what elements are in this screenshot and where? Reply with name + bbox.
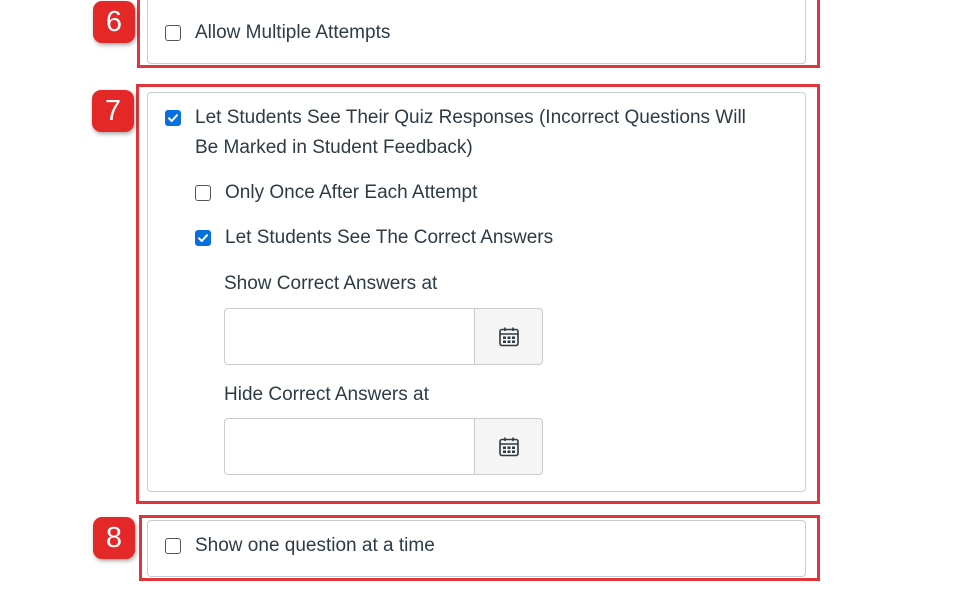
see-responses-checkbox[interactable] [165,110,181,126]
see-responses-label-line2: Be Marked in Student Feedback) [195,137,473,158]
step-badge-6: 6 [93,1,135,43]
hide-correct-answers-input[interactable] [224,418,474,475]
see-correct-answers-label: Let Students See The Correct Answers [225,227,554,248]
step-badge-7: 7 [92,90,134,132]
see-correct-answers-option[interactable]: Let Students See The Correct Answers [195,227,553,253]
only-once-checkbox[interactable] [195,185,211,201]
see-correct-answers-checkbox[interactable] [195,230,211,246]
show-correct-answers-label: Show Correct Answers at [224,273,438,294]
see-responses-label-line1: Let Students See Their Quiz Responses (I… [195,107,746,128]
show-correct-answers-datefield [224,308,543,365]
step-badge-8: 8 [93,517,135,559]
calendar-icon [498,437,519,456]
see-responses-option[interactable]: Let Students See Their Quiz Responses (I… [165,107,746,163]
one-question-label: Show one question at a time [195,535,435,556]
allow-multiple-attempts-label: Allow Multiple Attempts [195,22,391,43]
allow-multiple-attempts-option[interactable]: Allow Multiple Attempts [165,22,390,48]
see-responses-label: Let Students See Their Quiz Responses (I… [195,103,746,163]
allow-multiple-attempts-checkbox[interactable] [165,25,181,41]
hide-correct-answers-calendar-button[interactable] [474,418,543,475]
one-question-checkbox[interactable] [165,538,181,554]
checkmark-icon [198,234,208,242]
only-once-label: Only Once After Each Attempt [225,182,478,203]
calendar-icon [498,327,519,346]
one-question-option[interactable]: Show one question at a time [165,535,435,561]
show-correct-answers-calendar-button[interactable] [474,308,543,365]
hide-correct-answers-datefield [224,418,543,475]
checkmark-icon [168,114,178,122]
show-correct-answers-input[interactable] [224,308,474,365]
hide-correct-answers-label: Hide Correct Answers at [224,384,429,405]
only-once-option[interactable]: Only Once After Each Attempt [195,182,477,208]
